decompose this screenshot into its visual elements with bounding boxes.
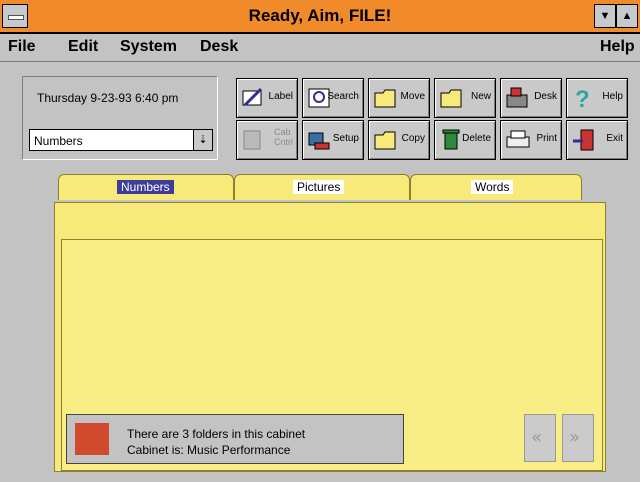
tab-numbers[interactable]: Numbers <box>58 174 234 200</box>
cabinet-control-button-label: Cab Cntrl <box>273 127 293 147</box>
next-folder-button[interactable]: » <box>562 414 594 462</box>
delete-button-label: Delete <box>462 133 491 144</box>
dropdown-arrow-icon[interactable]: ⇣ <box>193 130 212 150</box>
fast-forward-icon: » <box>569 427 580 448</box>
menu-help[interactable]: Help <box>600 38 635 56</box>
rewind-icon: « <box>531 427 542 448</box>
move-icon <box>374 89 396 108</box>
svg-text:?: ? <box>575 86 590 111</box>
menu-system[interactable]: System <box>120 38 177 56</box>
maximize-button[interactable]: ▲ <box>616 4 638 28</box>
cabinet-select[interactable]: Numbers ⇣ <box>29 129 213 151</box>
bottom-strip <box>0 474 640 482</box>
move-button-label: Move <box>400 91 425 102</box>
menu-bar: File Edit System Desk Help <box>0 34 640 62</box>
setup-button-label: Setup <box>332 133 359 144</box>
search-button-label: Search <box>327 91 359 102</box>
svg-text:«: « <box>531 427 542 448</box>
info-panel: Thursday 9-23-93 6:40 pm Numbers ⇣ <box>22 76 218 160</box>
status-panel: There are 3 folders in this cabinet Cabi… <box>66 414 404 464</box>
title-bar: Ready, Aim, FILE! ▼ ▲ <box>0 0 640 34</box>
cabinet-control-icon <box>243 130 261 150</box>
copy-icon <box>374 131 396 150</box>
previous-folder-button[interactable]: « <box>524 414 556 462</box>
desk-button[interactable]: Desk <box>500 78 562 118</box>
svg-text:»: » <box>569 427 580 448</box>
move-button[interactable]: Move <box>368 78 430 118</box>
exit-button-label: Exit <box>606 133 623 144</box>
print-button[interactable]: Print <box>500 120 562 160</box>
setup-button[interactable]: Setup <box>302 120 364 160</box>
setup-icon <box>308 132 330 150</box>
cabinet-select-value: Numbers <box>34 134 83 148</box>
print-button-label: Print <box>536 133 557 144</box>
new-button-label: New <box>470 91 491 102</box>
status-cabinet-name: Cabinet is: Music Performance <box>127 443 291 457</box>
cabinet-control-button[interactable]: Cab Cntrl <box>236 120 298 160</box>
delete-icon <box>442 129 460 150</box>
help-icon: ? <box>575 86 590 111</box>
print-icon <box>506 130 530 148</box>
menu-desk[interactable]: Desk <box>200 38 238 56</box>
menu-edit[interactable]: Edit <box>68 38 98 56</box>
status-folder-count: There are 3 folders in this cabinet <box>127 427 306 441</box>
search-button[interactable]: Search <box>302 78 364 118</box>
new-button[interactable]: New <box>434 78 496 118</box>
copy-button-label: Copy <box>401 133 425 144</box>
window-title: Ready, Aim, FILE! <box>248 6 392 25</box>
desk-icon <box>506 87 528 108</box>
menu-file[interactable]: File <box>8 38 36 56</box>
label-icon <box>242 87 263 107</box>
tab-words-label: Words <box>471 180 514 194</box>
tab-numbers-label: Numbers <box>117 180 174 194</box>
cabinet-color-icon <box>75 423 109 455</box>
new-folder-icon <box>440 89 462 108</box>
desk-button-label: Desk <box>534 91 557 102</box>
tab-words[interactable]: Words <box>410 174 582 200</box>
minimize-button[interactable]: ▼ <box>594 4 616 28</box>
copy-button[interactable]: Copy <box>368 120 430 160</box>
help-button[interactable]: ? Help <box>566 78 628 118</box>
tab-pictures[interactable]: Pictures <box>234 174 410 200</box>
delete-button[interactable]: Delete <box>434 120 496 160</box>
tab-pictures-label: Pictures <box>293 180 345 194</box>
datetime-text: Thursday 9-23-93 6:40 pm <box>37 91 179 105</box>
exit-icon <box>573 129 594 151</box>
exit-button[interactable]: Exit <box>566 120 628 160</box>
label-button[interactable]: Label <box>236 78 298 118</box>
label-button-label: Label <box>268 91 293 102</box>
help-button-label: Help <box>602 91 623 102</box>
